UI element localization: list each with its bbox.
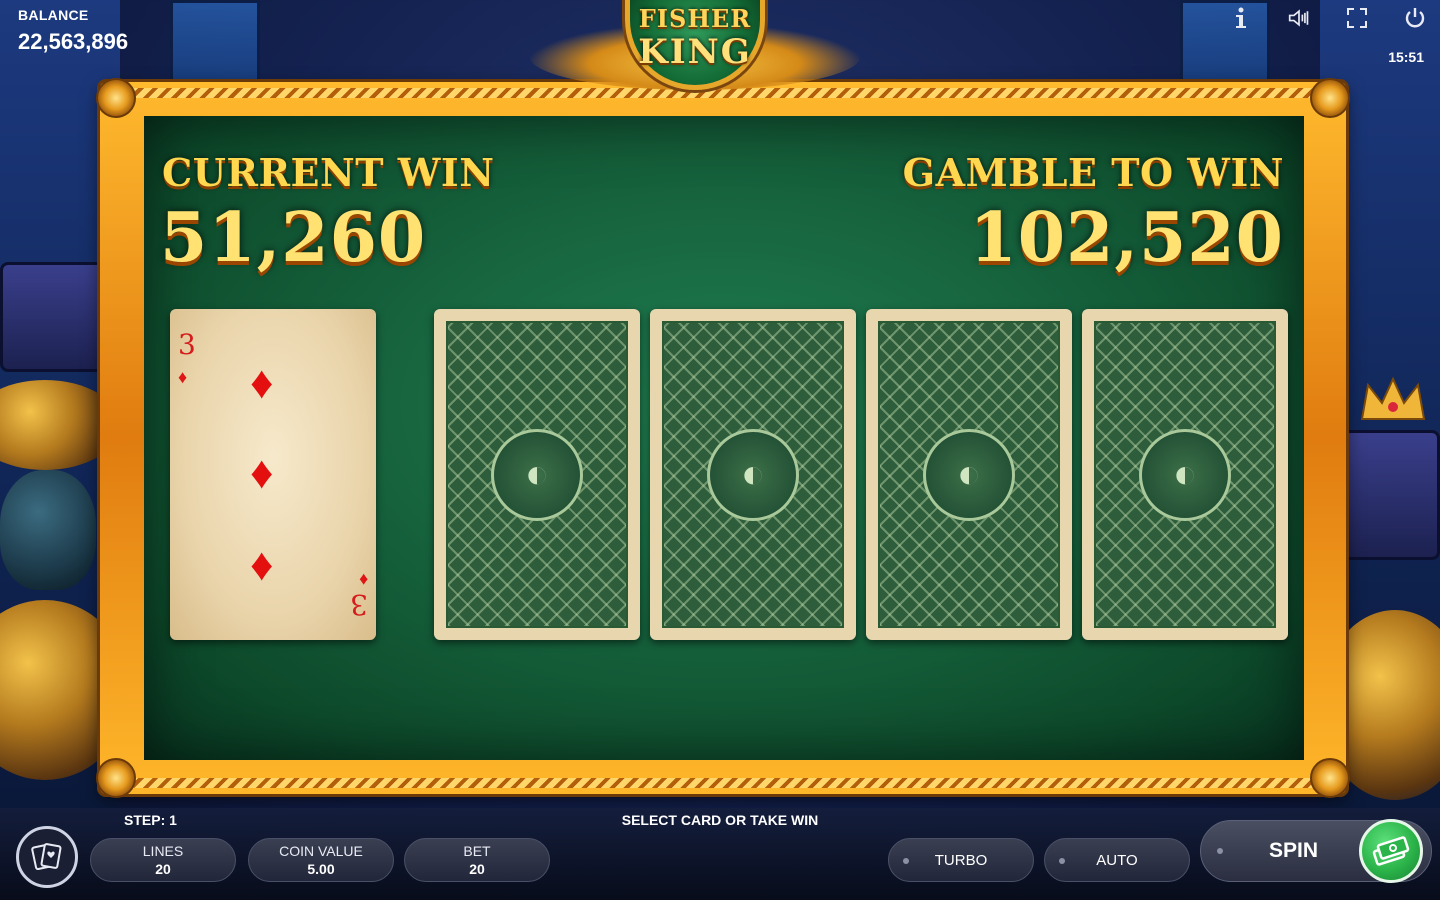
turbo-label: TURBO: [934, 851, 988, 869]
card-back-pattern: ◐: [662, 321, 844, 628]
diamond-icon: ♦: [250, 446, 274, 498]
lines-value: 20: [155, 861, 171, 877]
diamond-icon: ♦: [250, 356, 274, 408]
card-back-emblem-icon: ◐: [923, 428, 1015, 521]
card-back-pattern: ◐: [1094, 321, 1276, 628]
hidden-card-2[interactable]: ◐: [650, 309, 856, 640]
fullscreen-icon[interactable]: [1346, 6, 1368, 30]
coin-value-label: COIN VALUE: [279, 843, 363, 859]
card-back-emblem-icon: ◐: [1139, 428, 1231, 521]
auto-toggle[interactable]: AUTO: [1044, 838, 1190, 882]
auto-label: AUTO: [1096, 851, 1138, 869]
treasure-chest: [0, 262, 112, 372]
lines-selector[interactable]: LINES 20: [90, 838, 236, 882]
gamble-cards-button[interactable]: [16, 826, 78, 888]
card-rank: 3: [350, 588, 368, 621]
spin-button[interactable]: SPIN: [1200, 819, 1432, 883]
card-back-pattern: ◐: [446, 321, 628, 628]
clock: 15:51: [1388, 49, 1424, 65]
dealer-card: 3 ♦ ♦ ♦ ♦ ♦ 3: [170, 309, 376, 640]
turbo-toggle[interactable]: TURBO: [888, 838, 1034, 882]
game-logo: FISHER KING: [530, 0, 860, 100]
frame-rope: [130, 778, 1316, 788]
card-back-pattern: ◐: [878, 321, 1060, 628]
toggle-indicator: [903, 858, 909, 864]
coin-value: 5.00: [307, 861, 335, 877]
balance-value: 22,563,896: [18, 29, 129, 54]
bet-label: BET: [463, 843, 491, 859]
diamond-icon: ♦: [178, 367, 188, 387]
frame-corner-ornament: [96, 78, 136, 118]
diamond-icon: ♦: [358, 570, 368, 590]
sound-icon[interactable]: [1288, 6, 1310, 30]
cards-icon: [31, 843, 62, 871]
logo-text-king: KING: [638, 32, 752, 72]
crown-icon: [1358, 375, 1428, 425]
toggle-indicator: [1217, 848, 1223, 854]
power-icon[interactable]: [1404, 6, 1426, 30]
logo-text-fisher: FISHER: [638, 4, 752, 33]
hidden-card-4[interactable]: ◐: [1082, 309, 1288, 640]
hidden-card-1[interactable]: ◐: [434, 309, 640, 640]
spin-label: SPIN: [1269, 839, 1319, 862]
bet-selector[interactable]: BET 20: [404, 838, 550, 882]
vase: [0, 470, 96, 590]
current-win-label: CURRENT WIN: [162, 150, 495, 195]
frame-corner-ornament: [96, 758, 136, 798]
card-rank: 3: [178, 328, 196, 361]
frame-corner-ornament: [1310, 758, 1350, 798]
hidden-card-3[interactable]: ◐: [866, 309, 1072, 640]
current-win-value: 51,260: [160, 198, 427, 278]
diamond-icon: ♦: [250, 538, 274, 590]
card-back-emblem-icon: ◐: [707, 428, 799, 521]
gamble-to-win-label: GAMBLE TO WIN: [902, 150, 1284, 195]
gamble-to-win-value: 102,520: [969, 198, 1284, 278]
bet-value: 20: [469, 861, 485, 877]
top-toolbar: [1230, 6, 1426, 30]
take-win-money-icon[interactable]: [1359, 819, 1423, 883]
info-icon[interactable]: [1230, 6, 1252, 30]
treasure-chest: [1340, 430, 1440, 560]
coin-value-selector[interactable]: COIN VALUE 5.00: [248, 838, 394, 882]
lines-label: LINES: [142, 843, 184, 859]
frame-corner-ornament: [1310, 78, 1350, 118]
card-back-emblem-icon: ◐: [491, 428, 583, 521]
balance-label: BALANCE: [18, 7, 89, 23]
toggle-indicator: [1059, 858, 1065, 864]
